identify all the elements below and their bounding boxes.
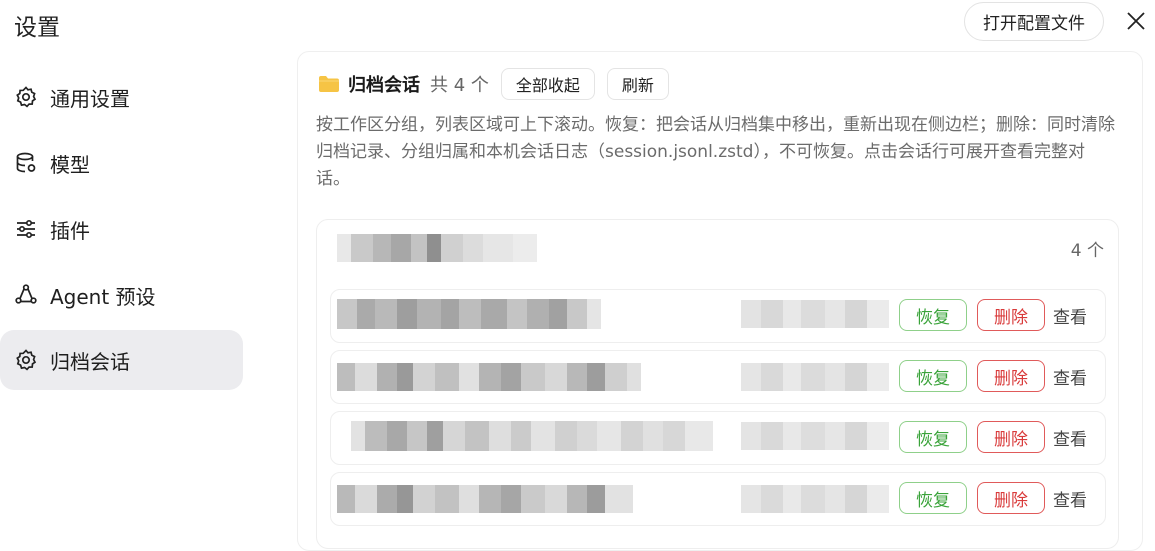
sidebar-item-label: Agent 预设	[50, 284, 156, 309]
sidebar-item-archived-sessions[interactable]: 归档会话	[0, 330, 243, 390]
sliders-icon	[14, 217, 38, 241]
sidebar-item-label: 通用设置	[50, 86, 130, 111]
sidebar-item-label: 插件	[50, 218, 90, 243]
view-link[interactable]: 查看	[1053, 486, 1087, 511]
sidebar-item-agent-presets[interactable]: Agent 预设	[0, 265, 243, 325]
archive-description: 按工作区分组，列表区域可上下滚动。恢复：把会话从归档集中移出，重新出现在侧边栏；…	[316, 115, 1115, 189]
restore-button[interactable]: 恢复	[899, 360, 967, 392]
collapse-all-button[interactable]: 全部收起	[500, 68, 595, 100]
close-icon[interactable]	[1123, 8, 1149, 34]
session-title-redacted	[351, 421, 727, 451]
session-row[interactable]: 恢复 删除 查看	[330, 289, 1106, 343]
restore-button[interactable]: 恢复	[899, 482, 967, 514]
sidebar-item-general[interactable]: 通用设置	[0, 67, 243, 127]
session-meta-redacted	[741, 422, 889, 450]
session-title-redacted	[337, 299, 621, 329]
view-link[interactable]: 查看	[1053, 364, 1087, 389]
delete-button[interactable]: 删除	[977, 482, 1045, 514]
workspace-name-redacted[interactable]	[337, 234, 567, 262]
session-count: 共 4 个	[430, 75, 489, 96]
archived-sessions-panel: 归档会话 共 4 个 全部收起 刷新 按工作区分组，列表区域可上下滚动。恢复：把…	[297, 51, 1143, 551]
session-title-redacted	[337, 363, 661, 391]
restore-button[interactable]: 恢复	[899, 421, 967, 453]
session-title-redacted	[337, 485, 633, 513]
session-row[interactable]: 恢复 删除 查看	[330, 350, 1106, 404]
session-row[interactable]: 恢复 删除 查看	[330, 472, 1106, 526]
view-link[interactable]: 查看	[1053, 425, 1087, 450]
session-meta-redacted	[741, 363, 889, 391]
sidebar-item-plugins[interactable]: 插件	[0, 199, 243, 259]
page-title: 设置	[14, 15, 60, 41]
refresh-button[interactable]: 刷新	[606, 68, 669, 100]
session-meta-redacted	[741, 300, 889, 328]
group-count: 4 个	[1070, 241, 1104, 261]
gear-icon	[14, 85, 38, 109]
restore-button[interactable]: 恢复	[899, 299, 967, 331]
workspace-group: 4 个 恢复 删除 查看 恢复 删除 查看 恢复 删除 查看 恢复 删除 查看	[316, 219, 1119, 549]
agent-icon	[14, 283, 38, 307]
section-title: 归档会话	[348, 75, 420, 96]
folder-icon	[318, 74, 340, 94]
view-link[interactable]: 查看	[1053, 303, 1087, 328]
gear-icon	[14, 348, 38, 372]
delete-button[interactable]: 删除	[977, 299, 1045, 331]
sidebar-item-label: 归档会话	[50, 349, 130, 374]
database-icon	[14, 151, 38, 175]
delete-button[interactable]: 删除	[977, 421, 1045, 453]
delete-button[interactable]: 删除	[977, 360, 1045, 392]
sidebar-item-label: 模型	[50, 152, 90, 177]
sidebar-item-models[interactable]: 模型	[0, 133, 243, 193]
session-meta-redacted	[741, 485, 889, 513]
panel-header: 归档会话 共 4 个 全部收起 刷新	[318, 68, 681, 100]
session-row[interactable]: 恢复 删除 查看	[330, 411, 1106, 465]
open-config-file-button[interactable]: 打开配置文件	[964, 2, 1104, 41]
